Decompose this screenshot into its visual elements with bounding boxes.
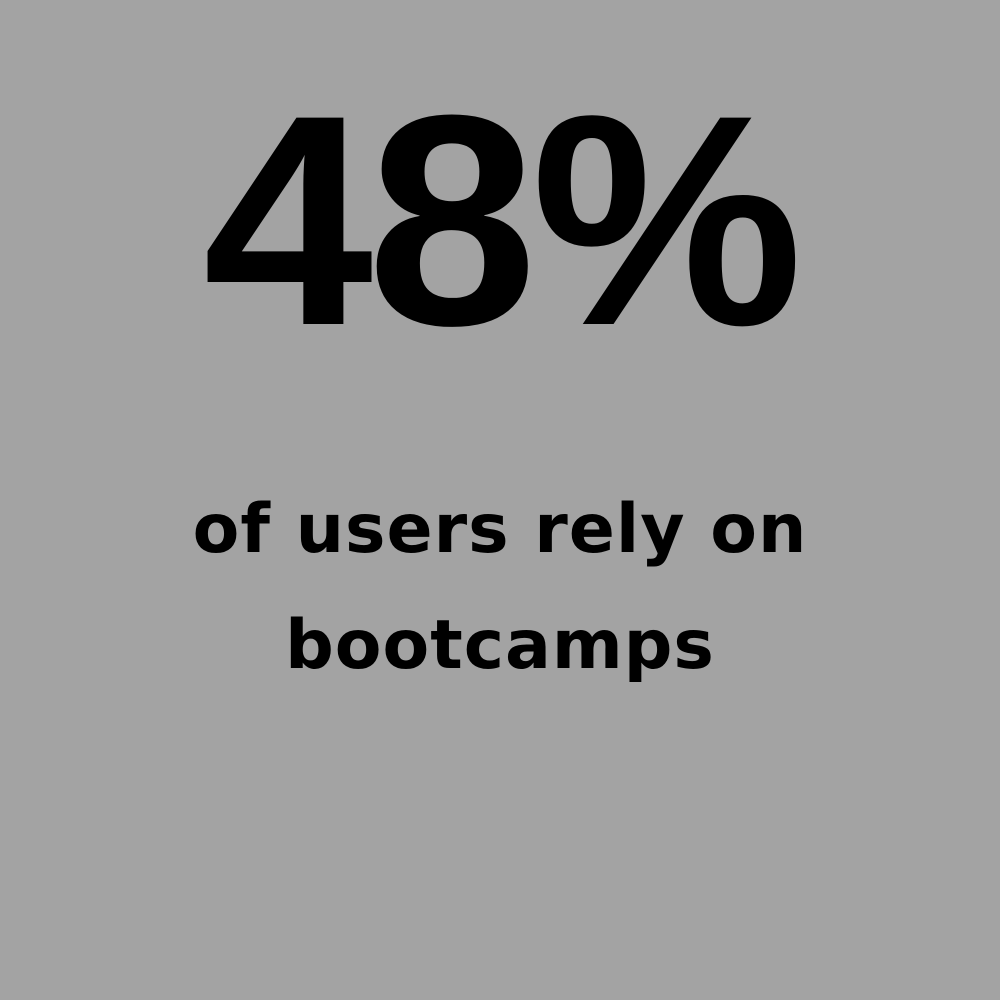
stat-value: 48%: [202, 52, 803, 388]
stat-caption: of users rely on bootcamps: [100, 472, 900, 704]
stat-card: 48% of users rely on bootcamps: [0, 0, 1000, 1000]
stat-caption-line-2: bootcamps: [285, 606, 715, 685]
stat-caption-line-1: of users rely on: [192, 490, 808, 569]
